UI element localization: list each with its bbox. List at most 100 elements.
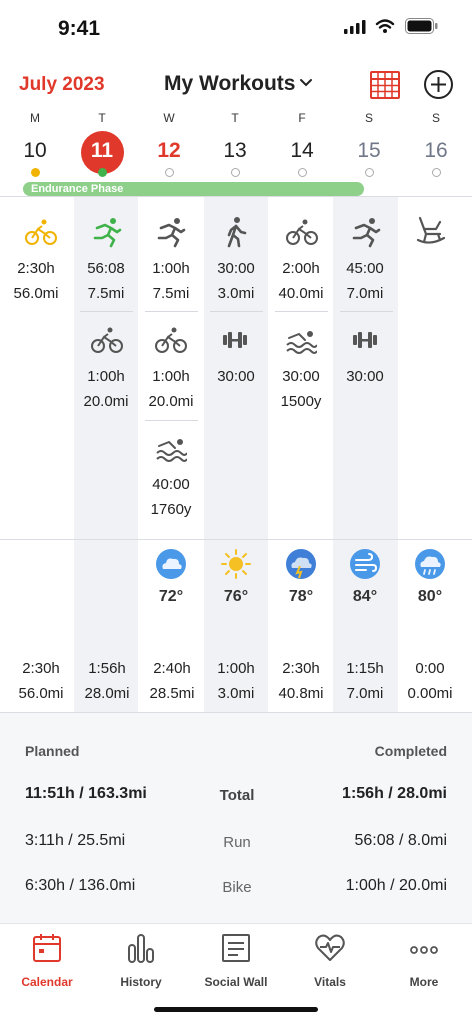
workout-item[interactable]: 45:00 7.0mi bbox=[332, 256, 398, 306]
workout-distance: 3.0mi bbox=[217, 285, 255, 302]
day-sun[interactable]: S 16 bbox=[403, 108, 469, 165]
day-tue[interactable]: T 11 bbox=[69, 108, 135, 165]
workout-item[interactable]: 1:00h 20.0mi bbox=[73, 364, 139, 414]
total-time: 2:40h bbox=[153, 660, 191, 677]
workout-item[interactable]: 1:00h 7.5mi bbox=[138, 256, 204, 306]
tab-calendar[interactable]: Calendar bbox=[0, 932, 94, 989]
day-sat[interactable]: S 15 bbox=[336, 108, 402, 165]
row-label: Bike bbox=[222, 879, 252, 896]
calendar-icon bbox=[33, 934, 61, 962]
day-letter: S bbox=[431, 111, 440, 125]
total-distance: 3.0mi bbox=[217, 685, 255, 702]
workout-item[interactable]: 2:30h 56.0mi bbox=[3, 256, 69, 306]
workout-duration: 1:00h bbox=[87, 368, 125, 385]
workout-item[interactable]: 30:00 bbox=[203, 364, 269, 389]
month-label[interactable]: July 2023 bbox=[19, 74, 105, 96]
workout-item[interactable]: 30:00 1500y bbox=[268, 364, 334, 414]
total-time: 1:56h bbox=[88, 660, 126, 677]
weekly-summary: Planned Completed 11:51h / 163.3mi Total… bbox=[0, 713, 472, 923]
tab-vitals[interactable]: Vitals bbox=[283, 932, 377, 989]
bike-icon[interactable] bbox=[25, 218, 57, 246]
day-wed[interactable]: W 12 bbox=[136, 108, 202, 165]
workout-item[interactable]: 30:00 3.0mi bbox=[203, 256, 269, 306]
workout-duration: 56:08 bbox=[87, 260, 125, 277]
strength-icon[interactable] bbox=[221, 330, 249, 350]
planned-value: 6:30h / 136.0mi bbox=[25, 877, 136, 894]
workout-duration: 45:00 bbox=[346, 260, 384, 277]
workout-duration: 30:00 bbox=[217, 368, 255, 385]
day-mon[interactable]: M 10 bbox=[2, 108, 68, 165]
planned-value: 3:11h / 25.5mi bbox=[25, 832, 126, 849]
total-time: 1:15h bbox=[346, 660, 384, 677]
day-number: 12 bbox=[157, 139, 181, 162]
completed-dot bbox=[98, 168, 107, 177]
planned-dot bbox=[31, 168, 40, 177]
bike-icon[interactable] bbox=[155, 326, 187, 354]
calendar-grid-icon[interactable] bbox=[370, 70, 400, 100]
strength-icon[interactable] bbox=[351, 330, 379, 350]
tab-label: History bbox=[120, 975, 162, 989]
workout-item[interactable]: 30:00 bbox=[332, 364, 398, 389]
swim-icon[interactable] bbox=[285, 328, 317, 356]
rest-icon[interactable] bbox=[414, 216, 446, 246]
battery-icon bbox=[405, 18, 438, 34]
total-time: 2:30h bbox=[282, 660, 320, 677]
tab-label: Social Wall bbox=[204, 975, 268, 989]
chevron-down-icon[interactable] bbox=[298, 76, 314, 90]
run-icon[interactable] bbox=[155, 216, 187, 248]
add-icon[interactable] bbox=[423, 69, 454, 100]
bar-chart-icon bbox=[128, 934, 154, 963]
day-number: 11 bbox=[90, 139, 114, 162]
workout-item[interactable]: 1:00h 20.0mi bbox=[138, 364, 204, 414]
workout-distance: 7.5mi bbox=[87, 285, 125, 302]
wifi-icon bbox=[375, 19, 395, 33]
swim-icon[interactable] bbox=[155, 436, 187, 464]
phase-banner[interactable]: Endurance Phase bbox=[23, 182, 364, 196]
page-title[interactable]: My Workouts bbox=[164, 72, 295, 96]
temperature: 84° bbox=[352, 588, 378, 605]
separator bbox=[210, 311, 263, 312]
total-time: 0:00 bbox=[415, 660, 445, 677]
rain-icon bbox=[415, 549, 445, 579]
daily-total: 1:56h 28.0mi bbox=[74, 656, 140, 706]
temperature: 76° bbox=[223, 588, 249, 605]
status-time: 9:41 bbox=[58, 17, 101, 40]
workout-distance: 56.0mi bbox=[13, 285, 59, 302]
workout-distance: 20.0mi bbox=[148, 393, 194, 410]
day-fri[interactable]: F 14 bbox=[269, 108, 335, 165]
run-icon[interactable] bbox=[91, 216, 123, 248]
heart-pulse-icon bbox=[315, 934, 345, 961]
tab-history[interactable]: History bbox=[94, 932, 188, 989]
run-icon[interactable] bbox=[350, 216, 382, 248]
empty-dot bbox=[432, 168, 441, 177]
tab-more[interactable]: More bbox=[377, 932, 471, 989]
bike-icon[interactable] bbox=[286, 218, 318, 246]
workout-duration: 30:00 bbox=[217, 260, 255, 277]
separator bbox=[340, 311, 393, 312]
walk-icon[interactable] bbox=[222, 216, 250, 248]
total-distance: 0.00mi bbox=[407, 685, 453, 702]
bike-icon[interactable] bbox=[91, 326, 123, 354]
workout-item[interactable]: 40:00 1760y bbox=[138, 472, 204, 522]
workout-distance: 7.0mi bbox=[346, 285, 384, 302]
planned-header: Planned bbox=[25, 743, 80, 759]
day-number: 15 bbox=[357, 139, 381, 162]
workout-item[interactable]: 56:08 7.5mi bbox=[73, 256, 139, 306]
total-distance: 28.0mi bbox=[84, 685, 130, 702]
tab-label: Vitals bbox=[314, 975, 346, 989]
day-letter: F bbox=[298, 111, 306, 125]
day-number: 16 bbox=[424, 139, 448, 162]
signal-icon bbox=[344, 20, 366, 34]
tab-social-wall[interactable]: Social Wall bbox=[189, 932, 283, 989]
daily-total: 0:00 0.00mi bbox=[397, 656, 463, 706]
day-thu[interactable]: T 13 bbox=[202, 108, 268, 165]
planned-value: 11:51h / 163.3mi bbox=[25, 785, 147, 802]
empty-dot bbox=[165, 168, 174, 177]
divider bbox=[0, 539, 472, 540]
divider bbox=[0, 196, 472, 197]
workout-item[interactable]: 2:00h 40.0mi bbox=[268, 256, 334, 306]
day-letter: T bbox=[98, 111, 106, 125]
temperature: 72° bbox=[158, 588, 184, 605]
day-number: 13 bbox=[223, 139, 247, 162]
separator bbox=[145, 420, 198, 421]
